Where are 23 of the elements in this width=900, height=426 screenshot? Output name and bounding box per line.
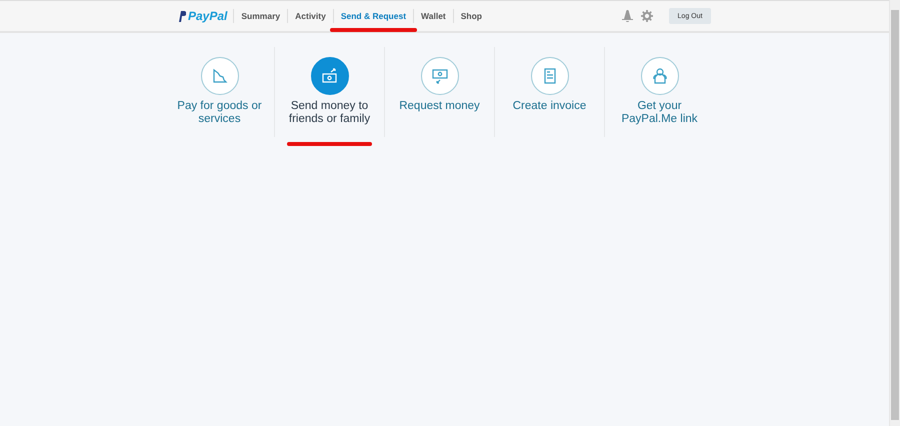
scrollbar[interactable] [889, 0, 900, 426]
logo-icon [178, 10, 186, 22]
nav-tab[interactable]: Wallet [413, 9, 453, 23]
nav-tab[interactable]: Summary [233, 9, 288, 23]
people-icon [650, 67, 668, 85]
action-label: Get your PayPal.Me link [620, 100, 699, 126]
nav-tab[interactable]: Send & Request [332, 9, 414, 23]
bell-icon[interactable] [622, 10, 633, 22]
nav-tab[interactable]: Shop [452, 9, 489, 23]
action-tile[interactable]: Send money to friends or family [274, 47, 384, 137]
action-tile[interactable]: Create invoice [494, 47, 604, 137]
action-tile[interactable]: Pay for goods or services [165, 47, 274, 137]
action-label: Pay for goods or services [176, 100, 263, 126]
money-request-icon [430, 67, 448, 85]
nav-tab[interactable]: Activity [287, 9, 333, 23]
action-label: Request money [398, 100, 481, 113]
action-tile[interactable]: Request money [384, 47, 494, 137]
action-label: Create invoice [512, 100, 588, 113]
money-send-icon [320, 67, 338, 85]
settings-icon[interactable] [641, 10, 653, 22]
scrollbar-thumb[interactable] [891, 10, 899, 420]
action-label: Send money to friends or family [288, 100, 372, 126]
action-tile[interactable]: Get your PayPal.Me link [604, 47, 714, 137]
